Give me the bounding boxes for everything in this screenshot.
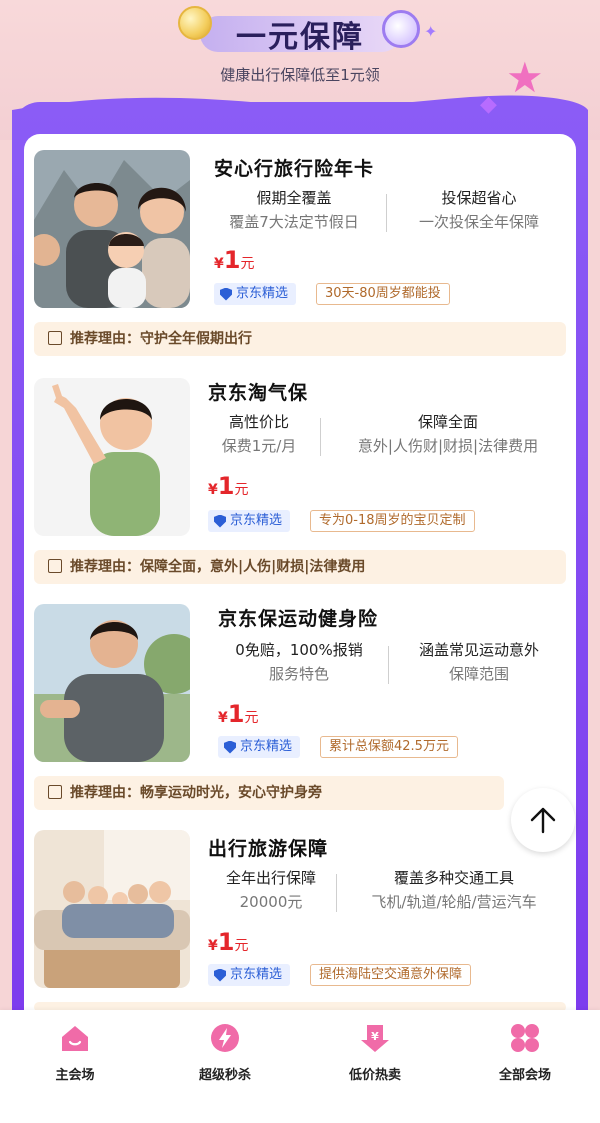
feature-right: 保障全面 意外|人伤财|财损|法律费用 — [332, 410, 564, 458]
product-image-runner — [34, 604, 190, 762]
shield-icon — [220, 287, 232, 301]
feature-left: 0免赔，100%报销 服务特色 — [214, 638, 384, 686]
price-currency: ¥ — [208, 482, 218, 498]
product-tag: 累计总保额42.5万元 — [320, 736, 458, 758]
thumbs-up-icon — [48, 785, 62, 799]
grid-icon — [509, 1022, 541, 1054]
nav-label: 全部会场 — [498, 1068, 551, 1083]
thumbs-up-icon — [48, 331, 62, 345]
feature-left: 全年出行保障 20000元 — [204, 866, 338, 914]
price-value: 1 — [217, 472, 235, 500]
price-down-icon: ¥ — [359, 1022, 391, 1054]
shield-icon — [224, 740, 236, 754]
nav-item-home[interactable]: 主会场 — [0, 1010, 150, 1123]
product-name[interactable]: 京东保运动健身险 — [218, 604, 378, 631]
feature-sub: 保费1元/月 — [221, 437, 297, 455]
gem-icon: ◆ — [480, 92, 497, 117]
recommend-reason: 推荐理由：保障全面，意外|人伤|财损|法律费用 — [34, 550, 566, 584]
nav-item-hot-sale[interactable]: ¥ 低价热卖 — [300, 1010, 450, 1123]
brand-badge: 京东精选 — [214, 283, 297, 305]
product-name[interactable]: 京东淘气保 — [208, 378, 308, 405]
price-value: 1 — [217, 928, 235, 956]
price: ¥1元 — [218, 700, 258, 728]
recommend-reason: 推荐理由：守护全年假期出行 — [34, 322, 566, 356]
product-tag: 提供海陆空交通意外保障 — [310, 964, 472, 986]
svg-text:¥: ¥ — [371, 1030, 379, 1043]
feature-sub: 一次投保全年保障 — [418, 213, 539, 231]
price-currency: ¥ — [214, 256, 224, 272]
feature-right: 投保超省心 一次投保全年保障 — [394, 186, 564, 234]
price: ¥1元 — [214, 246, 254, 274]
product-image-family — [34, 150, 190, 308]
product-card[interactable]: 京东淘气保 高性价比 保费1元/月 保障全面 意外|人伤财|财损|法律费用 ¥1… — [34, 378, 566, 538]
home-icon — [59, 1022, 91, 1054]
brand-badge: 京东精选 — [208, 510, 291, 532]
brand-badge: 京东精选 — [218, 736, 301, 758]
feature-right: 覆盖多种交通工具 飞机/轨道/轮船/营运汽车 — [346, 866, 562, 914]
nav-label: 低价热卖 — [348, 1068, 401, 1083]
nav-item-flash-sale[interactable]: 超级秒杀 — [150, 1010, 300, 1123]
product-card[interactable]: 京东保运动健身险 0免赔，100%报销 服务特色 涵盖常见运动意外 保障范围 ¥… — [34, 604, 566, 764]
brand-badge: 京东精选 — [208, 964, 291, 986]
feature-sub: 意外|人伤财|财损|法律费用 — [357, 437, 539, 455]
nav-label: 主会场 — [55, 1068, 95, 1083]
product-image-kid — [34, 378, 190, 536]
feature-title: 投保超省心 — [441, 189, 517, 207]
feature-title: 全年出行保障 — [225, 869, 316, 887]
feature-title: 0免赔，100%报销 — [235, 641, 363, 659]
feature-sub: 飞机/轨道/轮船/营运汽车 — [371, 893, 537, 911]
price: ¥1元 — [208, 472, 248, 500]
bottom-nav: 主会场 超级秒杀 ¥ 低价热卖 全部会场 — [0, 1010, 600, 1123]
feature-title: 覆盖多种交通工具 — [393, 869, 514, 887]
product-tag: 专为0-18周岁的宝贝定制 — [310, 510, 475, 532]
divider — [388, 646, 389, 684]
page-title: 一元保障 — [236, 20, 364, 55]
price: ¥1元 — [208, 928, 248, 956]
nav-label: 超级秒杀 — [198, 1068, 251, 1083]
recommend-reason: 推荐理由：畅享运动时光，安心守护身旁 — [34, 776, 504, 810]
product-tag: 30天-80周岁都能投 — [316, 283, 450, 305]
product-image-family-home — [34, 830, 190, 988]
price-value: 1 — [223, 246, 241, 274]
star-icon: ★ — [506, 53, 544, 102]
lightning-icon — [209, 1022, 241, 1054]
arrow-up-icon — [530, 807, 556, 834]
shield-icon — [214, 968, 226, 982]
feature-title: 高性价比 — [228, 413, 289, 431]
scroll-top-button[interactable] — [511, 788, 575, 852]
price-unit: 元 — [234, 482, 249, 498]
feature-left: 高性价比 保费1元/月 — [204, 410, 314, 458]
feature-right: 涵盖常见运动意外 保障范围 — [394, 638, 564, 686]
divider — [386, 194, 387, 232]
price-value: 1 — [227, 700, 245, 728]
feature-sub: 覆盖7大法定节假日 — [229, 213, 359, 231]
thumbs-up-icon — [48, 559, 62, 573]
feature-title: 涵盖常见运动意外 — [418, 641, 539, 659]
product-card[interactable]: 出行旅游保障 全年出行保障 20000元 覆盖多种交通工具 飞机/轨道/轮船/营… — [34, 830, 566, 990]
feature-sub: 20000元 — [239, 893, 303, 911]
nav-item-all-venues[interactable]: 全部会场 — [450, 1010, 600, 1123]
feature-left: 假期全覆盖 覆盖7大法定节假日 — [214, 186, 374, 234]
feature-title: 假期全覆盖 — [256, 189, 332, 207]
price-unit: 元 — [234, 938, 249, 954]
price-currency: ¥ — [208, 938, 218, 954]
price-unit: 元 — [244, 710, 259, 726]
price-currency: ¥ — [218, 710, 228, 726]
price-unit: 元 — [240, 256, 255, 272]
product-card[interactable]: 安心行旅行险年卡 假期全覆盖 覆盖7大法定节假日 投保超省心 一次投保全年保障 … — [34, 150, 566, 310]
feature-sub: 保障范围 — [448, 665, 509, 683]
divider — [320, 418, 321, 456]
feature-title: 保障全面 — [417, 413, 478, 431]
divider — [336, 874, 337, 912]
feature-sub: 服务特色 — [268, 665, 329, 683]
product-name[interactable]: 出行旅游保障 — [208, 834, 328, 861]
product-name[interactable]: 安心行旅行险年卡 — [214, 154, 374, 181]
shield-icon — [214, 514, 226, 528]
